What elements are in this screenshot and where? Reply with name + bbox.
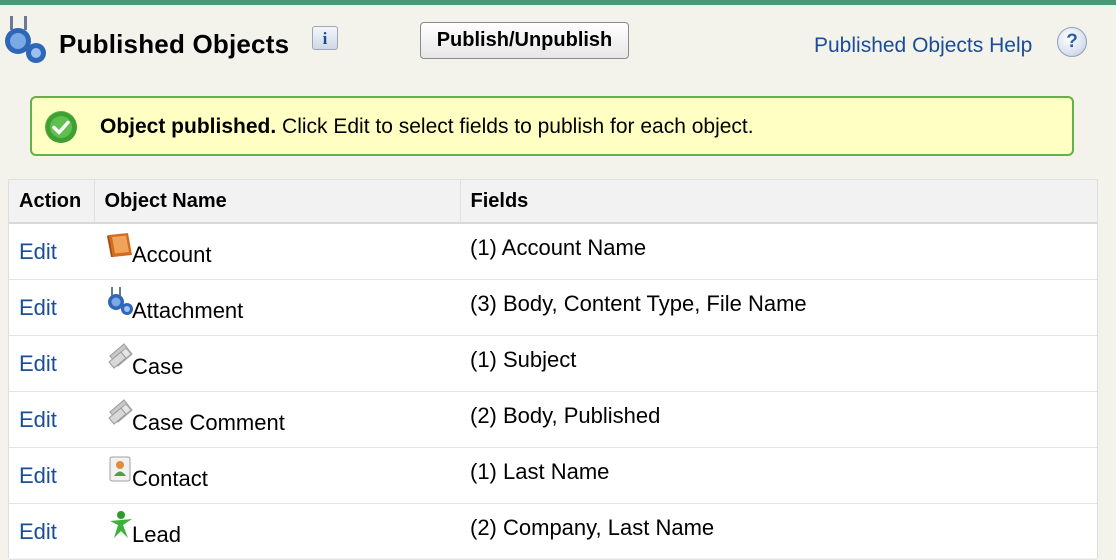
table-row: Edit Case (1) Subject [9,335,1097,392]
fields-value: (1) Account Name [470,234,647,260]
object-name: Attachment [132,298,244,323]
edit-link[interactable]: Edit [19,239,57,264]
fields-value: (2) Company, Last Name [470,514,715,540]
column-header-fields: Fields [460,180,1097,224]
check-icon [45,111,77,143]
edit-link[interactable]: Edit [19,519,57,544]
help-link[interactable]: Published Objects Help [814,34,1032,58]
edit-link[interactable]: Edit [19,407,57,432]
table-row: Edit Attachment (3) Body, Content Type, … [9,279,1097,336]
published-objects-table: Action Object Name Fields Edit Account (… [8,179,1098,560]
object-name-cell: Contact [94,447,460,504]
table-header-row: Action Object Name Fields [9,180,1097,224]
column-header-object-name: Object Name [94,180,461,224]
table-row: Edit Contact (1) Last Name [9,447,1097,504]
object-name: Contact [132,466,208,491]
fields-value: (1) Subject [470,346,577,372]
page-title: Published Objects [59,29,290,59]
fields-value: (3) Body, Content Type, File Name [470,290,807,316]
object-name-cell: Attachment [94,279,460,336]
column-header-action: Action [9,180,95,224]
object-name-cell: Lead [94,503,460,560]
fields-value: (1) Last Name [470,458,610,484]
object-name: Account [132,242,212,267]
object-name-cell: Case [94,335,460,392]
object-name-cell: Account [94,223,460,280]
object-name: Case Comment [132,410,285,435]
success-message: Object published. Click Edit to select f… [30,96,1074,156]
message-body: Click Edit to select fields to publish f… [276,115,754,138]
table-row: Edit Account (1) Account Name [9,223,1097,280]
message-text: Object published. Click Edit to select f… [100,115,754,139]
page-header: Published Objects i Publish/Unpublish Pu… [0,5,1116,80]
table-row: Edit Case Comment (2) Body, Published [9,391,1097,448]
object-name: Case [132,354,184,379]
help-icon[interactable]: ? [1057,27,1087,57]
object-name: Lead [132,522,181,547]
info-icon[interactable]: i [312,26,338,50]
published-objects-icon [5,16,46,63]
publish-unpublish-button[interactable]: Publish/Unpublish [420,22,629,59]
edit-link[interactable]: Edit [19,295,57,320]
edit-link[interactable]: Edit [19,463,57,488]
edit-link[interactable]: Edit [19,351,57,376]
message-strong: Object published. [100,115,277,138]
fields-value: (2) Body, Published [470,402,661,428]
table-row: Edit Lead (2) Company, Last Name [9,503,1097,560]
object-name-cell: Case Comment [94,391,460,448]
